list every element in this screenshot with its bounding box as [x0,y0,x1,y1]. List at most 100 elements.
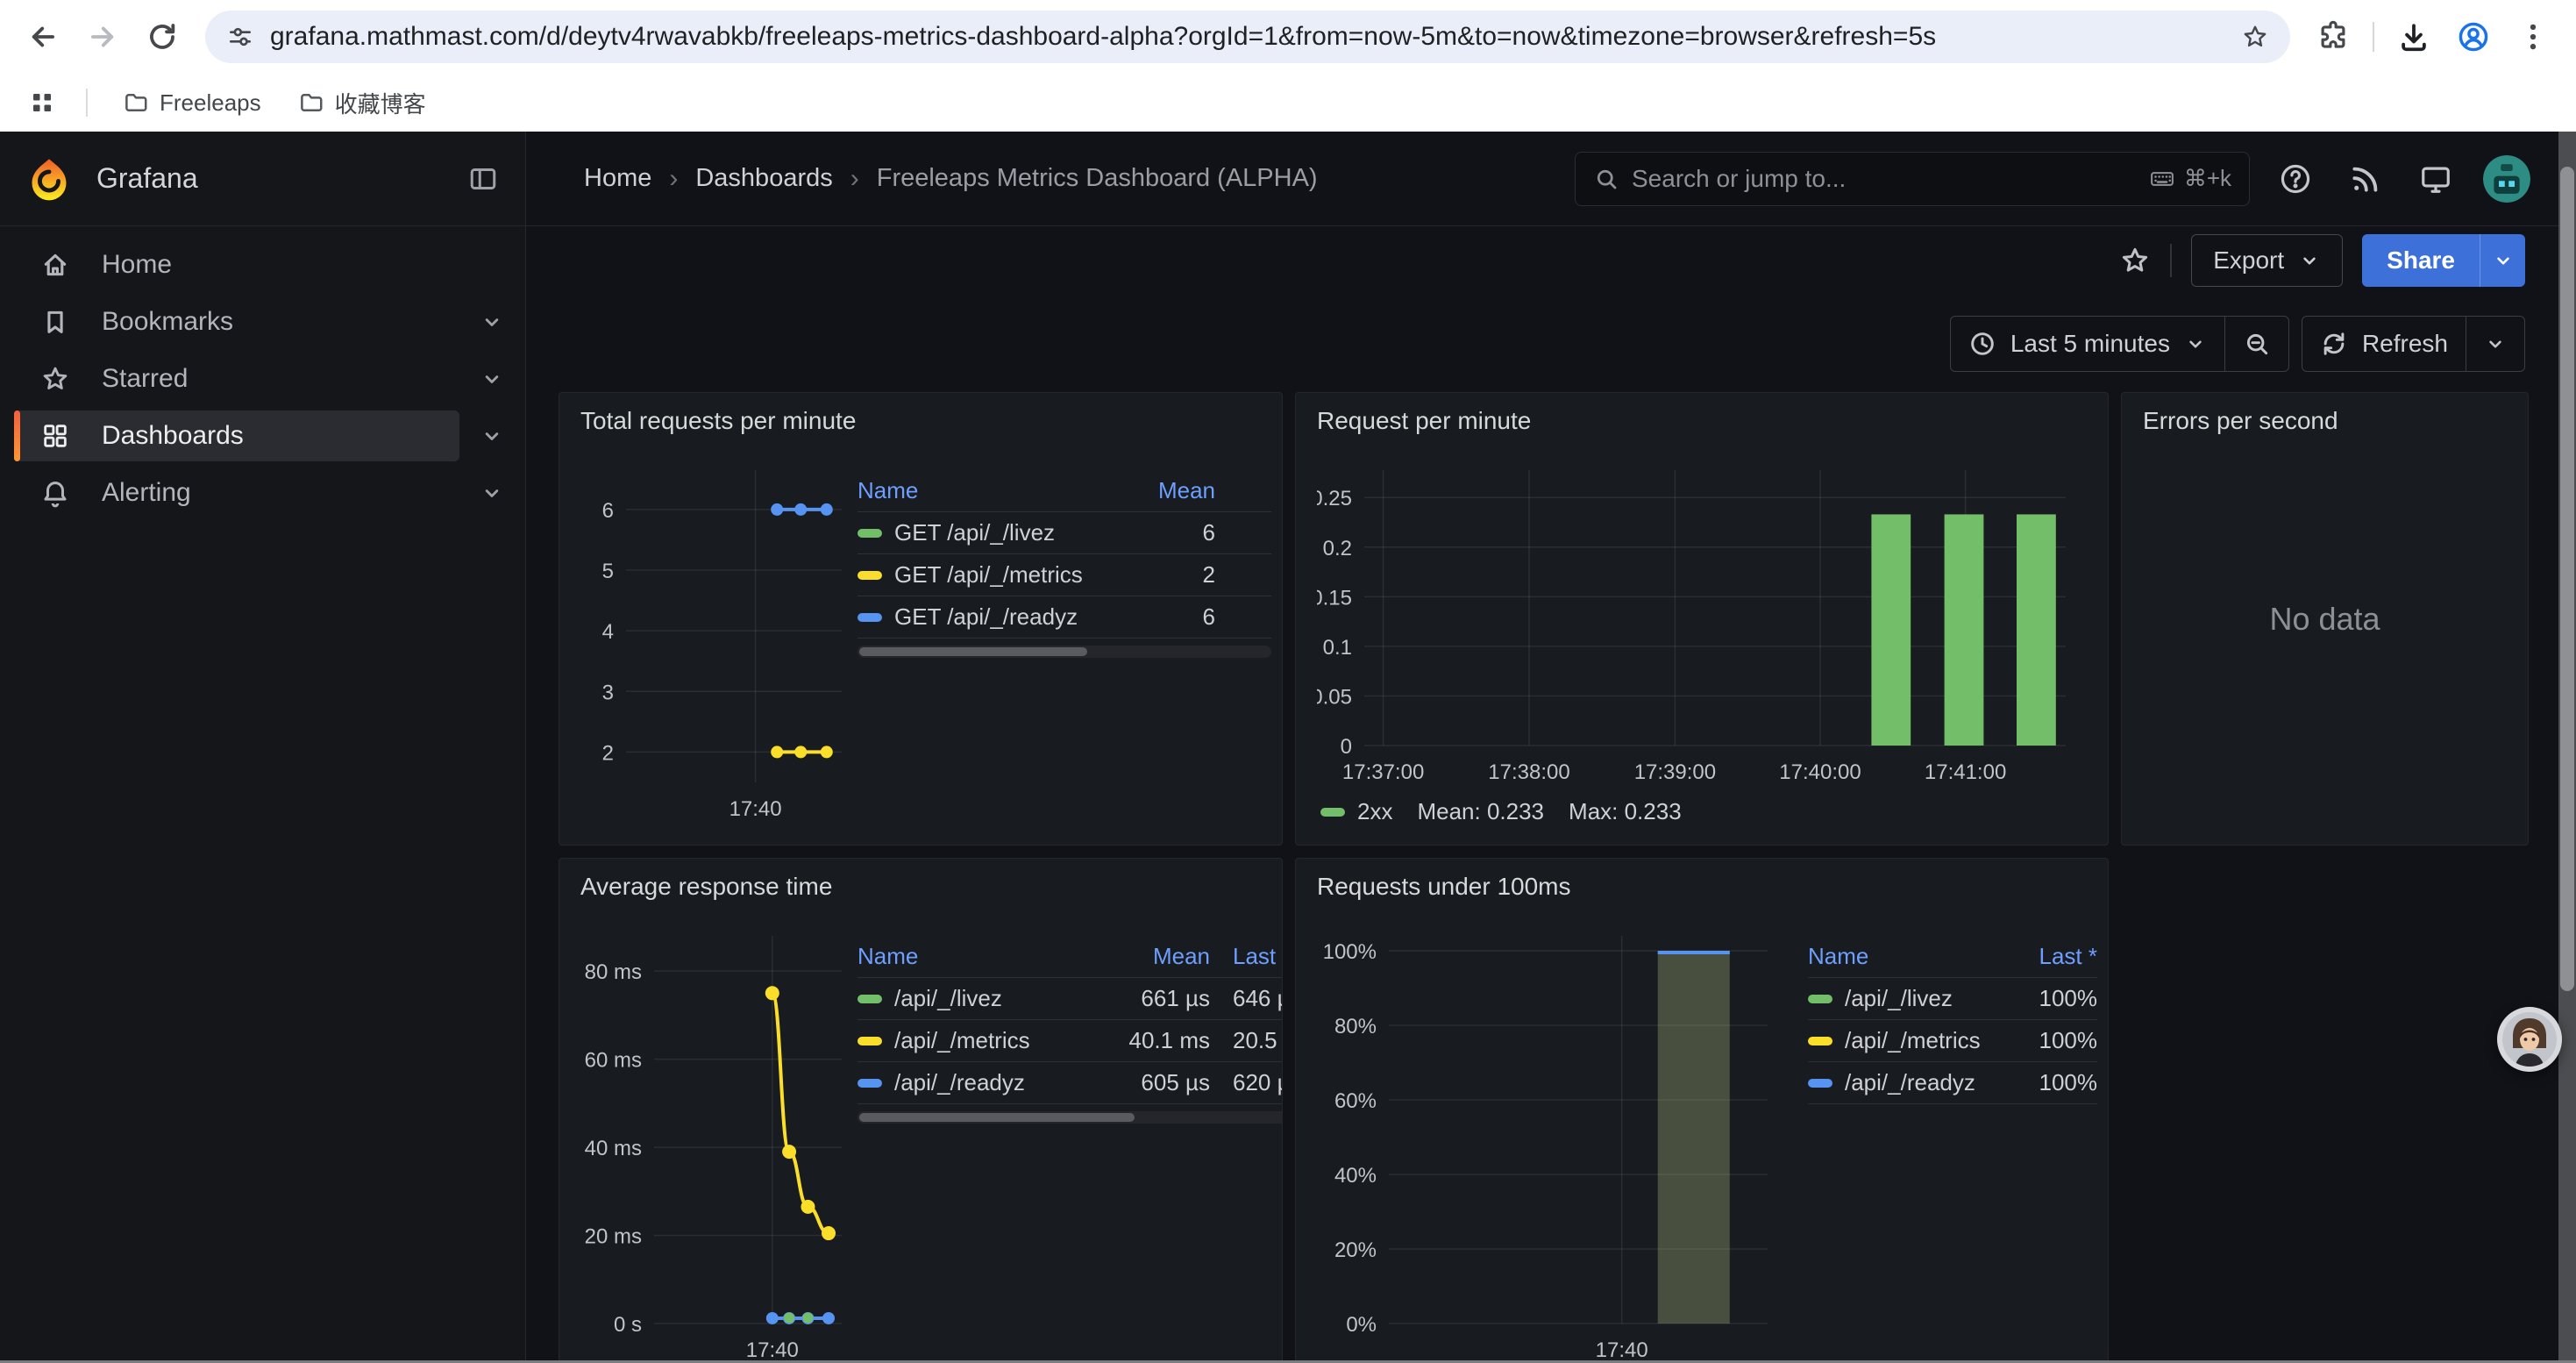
expand-bookmarks-chevron[interactable] [480,310,504,334]
sidebar-item-home[interactable]: Home [14,239,459,290]
legend-table: NameMeanGET /api/_/livez6GET /api/_/metr… [857,470,1271,658]
legend-scrollbar[interactable] [857,646,1271,658]
legend-row[interactable]: /api/_/metrics40.1 ms20.5 ms [857,1020,1283,1062]
series-color-dash [857,995,882,1003]
news-rss-button[interactable] [2341,154,2390,203]
legend-row[interactable]: GET /api/_/readyz6 [857,596,1271,639]
expand-starred-chevron[interactable] [480,367,504,391]
panel-left-icon [467,163,499,195]
share-button[interactable]: Share [2362,234,2480,287]
apps-button[interactable] [21,82,63,124]
svg-text:17:38:00: 17:38:00 [1488,760,1569,784]
forward-button[interactable] [75,10,130,64]
svg-text:4: 4 [602,620,614,644]
sidebar-collapse-button[interactable] [467,163,499,195]
svg-text:17:40: 17:40 [1596,1338,1648,1362]
extensions-button[interactable] [2306,10,2360,64]
search-input[interactable] [1632,165,2137,193]
refresh-icon [2320,330,2348,358]
bookmarks-bar: Freeleaps 收藏博客 [0,74,2576,132]
panel-title[interactable]: Request per minute [1317,407,1531,435]
legend-row[interactable]: GET /api/_/metrics2 [857,554,1271,596]
assistant-avatar-button[interactable] [2497,1007,2562,1072]
panel-title[interactable]: Total requests per minute [580,407,856,435]
svg-text:80%: 80% [1334,1015,1377,1038]
time-range-picker[interactable]: Last 5 minutes [1951,317,2224,371]
rss-icon [2349,162,2382,196]
bookmark-folder-freeleaps[interactable]: Freeleaps [110,84,274,122]
series-legend[interactable]: 2xx Mean: 0.233 Max: 0.233 [1320,798,1682,825]
user-avatar[interactable] [2483,155,2530,203]
legend-header-row[interactable]: NameMeanLast * [857,936,1283,978]
profile-button[interactable] [2446,10,2501,64]
star-icon [40,364,70,394]
zoom-out-time-button[interactable] [2224,317,2288,371]
chevron-down-icon [480,310,504,334]
bookmark-star-icon[interactable] [2241,23,2269,51]
back-button[interactable] [16,10,70,64]
expand-alerting-chevron[interactable] [480,481,504,505]
sidebar-item-starred[interactable]: Starred [14,353,459,404]
legend-row[interactable]: /api/_/livez661 µs646 µs [857,978,1283,1020]
legend-scrollbar-thumb[interactable] [859,1113,1135,1122]
refresh-button[interactable]: Refresh [2302,317,2466,371]
legend-row[interactable]: /api/_/livez100% [1808,978,2097,1020]
avatar-image-icon [2483,155,2530,203]
expand-dashboards-chevron[interactable] [480,424,504,448]
breadcrumb: Home › Dashboards › Freeleaps Metrics Da… [584,164,1318,194]
legend-scrollbar-thumb[interactable] [859,647,1087,656]
svg-text:0.15: 0.15 [1317,586,1352,610]
search-box[interactable]: ⌘+k [1575,152,2250,206]
breadcrumb-home[interactable]: Home [584,164,651,193]
legend-cell: Name [1808,936,2001,977]
sidebar-item-bookmarks[interactable]: Bookmarks [14,296,459,347]
legend-header-row[interactable]: NameMean [857,470,1271,512]
panel-title[interactable]: Requests under 100ms [1317,873,1571,901]
address-bar[interactable]: grafana.mathmast.com/d/deytv4rwavabkb/fr… [205,11,2290,63]
svg-text:5: 5 [602,560,614,583]
legend-row[interactable]: GET /api/_/livez6 [857,512,1271,554]
legend-cell [1215,512,1271,553]
legend-table: NameLast */api/_/livez100%/api/_/metrics… [1808,936,2097,1104]
refresh-interval-chevron[interactable] [2466,317,2524,371]
legend-scrollbar[interactable] [857,1111,1283,1124]
main-content: Home › Dashboards › Freeleaps Metrics Da… [526,132,2576,1363]
sidebar-item-label: Bookmarks [102,307,233,337]
svg-text:60 ms: 60 ms [585,1049,642,1073]
legend-row[interactable]: /api/_/metrics100% [1808,1020,2097,1062]
favorite-dashboard-button[interactable] [2119,245,2151,276]
bar-chart[interactable]: 100%80%60%40%20%0%17:40 [1317,927,1790,1363]
legend-row[interactable]: /api/_/readyz605 µs620 µs [857,1062,1283,1104]
legend-table: NameMeanLast */api/_/livez661 µs646 µs/a… [857,936,1283,1124]
legend-row[interactable]: /api/_/readyz100% [1808,1062,2097,1104]
timeseries-chart[interactable]: 6543217:40 [580,461,861,823]
time-controls-row: Last 5 minutes Refresh [526,295,2576,392]
svg-text:40%: 40% [1334,1164,1377,1188]
breadcrumb-separator-icon: › [669,164,678,194]
export-button[interactable]: Export [2191,234,2343,287]
site-settings-icon[interactable] [226,23,254,51]
assistant-avatar-icon [2497,1007,2562,1072]
kiosk-mode-button[interactable] [2411,154,2460,203]
grafana-logo-icon[interactable] [26,156,72,202]
timeseries-chart[interactable]: 80 ms60 ms40 ms20 ms0 s17:40 [580,927,861,1363]
legend-cell: 40.1 ms [1112,1020,1210,1061]
chevron-down-icon [2492,249,2515,272]
legend-header-row[interactable]: NameLast * [1808,936,2097,978]
chevron-down-icon [480,367,504,391]
panel-title[interactable]: Average response time [580,873,832,901]
breadcrumb-dashboards[interactable]: Dashboards [695,164,832,193]
legend-cell: Name [857,936,1112,977]
share-options-chevron[interactable] [2480,234,2525,287]
svg-text:0 s: 0 s [614,1313,642,1337]
scrollbar-thumb[interactable] [2560,167,2574,991]
bookmark-folder-blogs[interactable]: 收藏博客 [286,82,438,125]
sidebar-item-alerting[interactable]: Alerting [14,467,459,518]
sidebar-item-dashboards[interactable]: Dashboards [14,410,459,461]
browser-menu-button[interactable] [2506,10,2560,64]
bar-chart[interactable]: 0.250.20.150.10.05017:37:0017:38:0017:39… [1317,463,2089,789]
downloads-button[interactable] [2387,10,2441,64]
help-button[interactable] [2271,154,2320,203]
reload-button[interactable] [135,10,189,64]
home-icon [40,250,70,280]
